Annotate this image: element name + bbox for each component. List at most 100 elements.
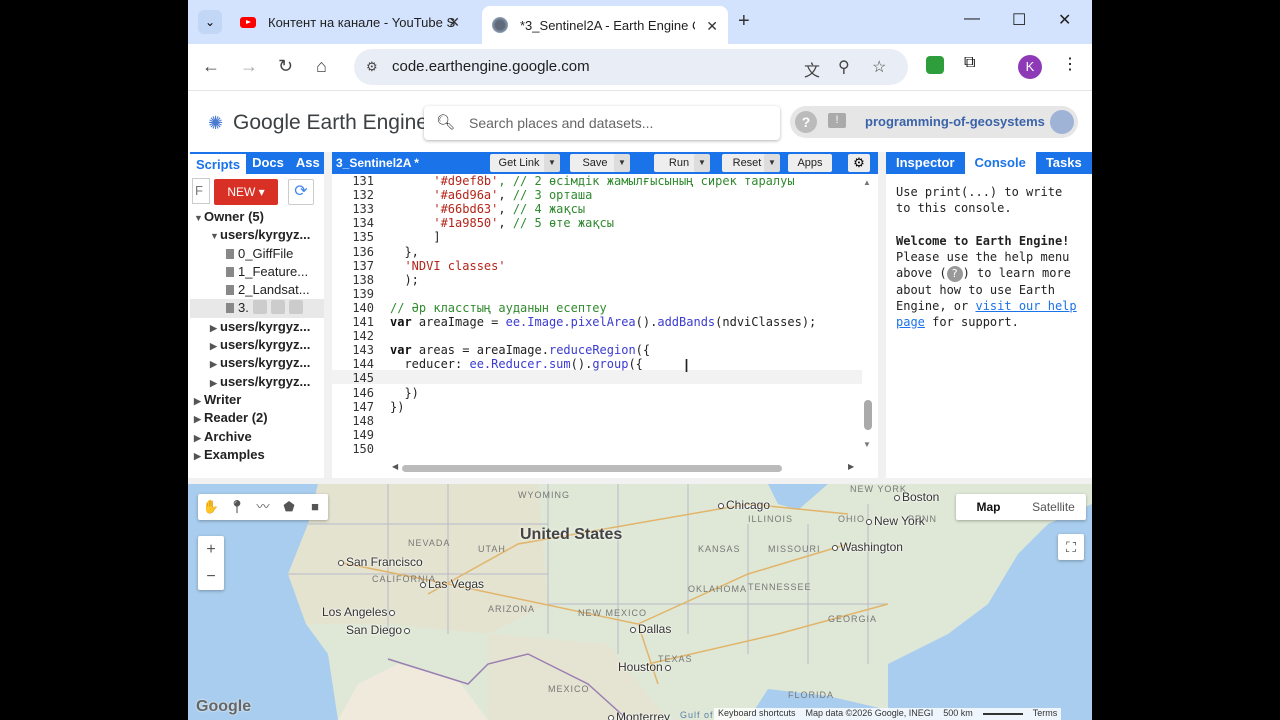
save-dropdown-icon[interactable]: ▼ xyxy=(614,154,630,172)
polygon-icon[interactable]: ⬟ xyxy=(276,494,302,520)
extension-icon[interactable] xyxy=(926,56,944,74)
new-tab-icon[interactable]: + xyxy=(738,10,750,33)
code-line[interactable]: ); xyxy=(390,273,418,287)
code-line[interactable]: '#d9ef8b', // 2 өсімдік жамылғысының сир… xyxy=(390,174,794,188)
panel-splitter[interactable] xyxy=(324,152,332,478)
history-icon[interactable] xyxy=(252,300,267,315)
code-line[interactable]: }) xyxy=(390,386,418,400)
bookmark-star-icon[interactable]: ☆ xyxy=(872,57,886,77)
code-line[interactable]: }, xyxy=(390,245,418,259)
settings-gear-icon[interactable]: ⚙ xyxy=(848,154,870,172)
minimize-icon[interactable]: — xyxy=(964,10,980,28)
tab-assets[interactable]: Ass xyxy=(290,152,326,174)
marker-icon[interactable]: 📍︎ xyxy=(224,494,250,520)
map-type-satellite[interactable]: Satellite xyxy=(1021,494,1086,520)
expand-arrow-icon[interactable]: ▶ xyxy=(194,392,204,409)
feedback-icon[interactable]: ! xyxy=(828,113,846,128)
code-line[interactable]: ] xyxy=(390,230,440,244)
collapse-arrow-icon[interactable]: ▼ xyxy=(210,227,220,244)
terms-link[interactable]: Terms xyxy=(1033,708,1058,720)
keyboard-shortcuts-link[interactable]: Keyboard shortcuts xyxy=(718,708,796,720)
tree-item[interactable]: 3. xyxy=(190,299,324,318)
get-link-button[interactable]: Get Link xyxy=(490,154,548,172)
tree-item[interactable]: 2_Landsat... xyxy=(190,281,324,299)
scroll-thumb[interactable] xyxy=(864,400,872,430)
maximize-icon[interactable]: ☐ xyxy=(1012,10,1026,30)
get-link-dropdown-icon[interactable]: ▼ xyxy=(544,154,560,172)
expand-arrow-icon[interactable]: ▶ xyxy=(210,337,220,354)
collapse-arrow-icon[interactable]: ▼ xyxy=(194,209,204,226)
tree-item[interactable]: ▶ Reader (2) xyxy=(190,409,324,427)
browser-menu-icon[interactable]: ⋮ xyxy=(1062,54,1078,74)
rectangle-icon[interactable]: ■ xyxy=(302,494,328,520)
horizontal-scrollbar[interactable]: ◀ ▶ xyxy=(392,462,862,472)
zoom-in-icon[interactable]: + xyxy=(198,536,224,563)
help-icon[interactable]: ? xyxy=(795,111,817,133)
vertical-scrollbar[interactable]: ▲ ▼ xyxy=(862,178,874,450)
apps-button[interactable]: Apps xyxy=(788,154,832,172)
code-line[interactable]: reducer: ee.Reducer.sum().group({ xyxy=(390,357,642,371)
close-tab-icon[interactable]: ✕ xyxy=(448,14,460,31)
filter-input[interactable]: F xyxy=(192,178,210,204)
reset-dropdown-icon[interactable]: ▼ xyxy=(764,154,780,172)
zoom-icon[interactable]: ⚲ xyxy=(838,57,850,77)
code-line[interactable]: }) xyxy=(390,400,404,414)
expand-arrow-icon[interactable]: ▶ xyxy=(194,429,204,446)
reload-icon[interactable]: ↻ xyxy=(278,56,293,77)
zoom-out-icon[interactable]: − xyxy=(198,563,224,590)
tree-item[interactable]: 0_GiffFile xyxy=(190,245,324,263)
tab-tasks[interactable]: Tasks xyxy=(1036,152,1092,174)
tree-item[interactable]: ▶ Archive xyxy=(190,428,324,446)
run-dropdown-icon[interactable]: ▼ xyxy=(694,154,710,172)
profile-avatar[interactable]: K xyxy=(1018,55,1042,79)
code-line[interactable]: '#1a9850', // 5 өте жақсы xyxy=(390,216,614,230)
tree-item[interactable]: ▶ users/kyrgyz... xyxy=(190,354,324,372)
tab-scripts[interactable]: Scripts xyxy=(190,152,247,174)
code-line[interactable]: // Әр класстың ауданын есептеу xyxy=(390,301,607,315)
tab-inspector[interactable]: Inspector xyxy=(886,152,965,174)
address-bar[interactable]: ⚙ code.earthengine.google.com 文 ⚲ ☆ xyxy=(354,49,908,85)
save-button[interactable]: Save xyxy=(570,154,620,172)
scroll-thumb[interactable] xyxy=(402,465,782,472)
expand-arrow-icon[interactable]: ▶ xyxy=(194,447,204,464)
home-icon[interactable]: ⌂ xyxy=(316,56,327,77)
account-pill[interactable]: ? ! programming-of-geosystems xyxy=(790,106,1078,138)
tab-console[interactable]: Console xyxy=(964,152,1036,174)
code-line[interactable]: '#a6d96a', // 3 орташа xyxy=(390,188,592,202)
tree-item[interactable]: ▶ Writer xyxy=(190,391,324,409)
fullscreen-icon[interactable]: ⛶ xyxy=(1058,534,1084,560)
browser-tab-earth-engine[interactable]: *3_Sentinel2A - Earth Engine Co ✕ xyxy=(482,6,728,44)
code-line[interactable]: '#66bd63', // 4 жақсы xyxy=(390,202,585,216)
tree-item[interactable]: ▼users/kyrgyz... xyxy=(190,226,324,244)
close-tab-icon[interactable]: ✕ xyxy=(706,18,718,35)
site-info-icon[interactable]: ⚙ xyxy=(366,59,378,75)
tree-item[interactable]: ▶ users/kyrgyz... xyxy=(190,336,324,354)
code-area[interactable]: 131 '#d9ef8b', // 2 өсімдік жамылғысының… xyxy=(332,174,862,458)
code-line[interactable]: 'NDVI classes' xyxy=(390,259,505,273)
refresh-icon[interactable]: ⟳ xyxy=(288,179,314,205)
delete-icon[interactable] xyxy=(288,300,303,315)
expand-arrow-icon[interactable]: ▶ xyxy=(210,319,220,336)
new-button[interactable]: NEW ▾ xyxy=(214,179,278,205)
forward-icon[interactable]: → xyxy=(240,56,258,77)
tab-search-button[interactable]: ⌄ xyxy=(198,10,222,34)
tree-item[interactable]: 1_Feature... xyxy=(190,263,324,281)
project-name[interactable]: programming-of-geosystems xyxy=(865,114,1045,129)
pan-hand-icon[interactable]: ✋ xyxy=(198,494,224,520)
code-line[interactable]: var areaImage = ee.Image.pixelArea().add… xyxy=(390,315,816,329)
tree-item[interactable]: ▼Owner (5) xyxy=(190,208,324,226)
search-box[interactable]: 🔍︎ Search places and datasets... xyxy=(424,106,780,140)
expand-arrow-icon[interactable]: ▶ xyxy=(210,374,220,391)
tree-item[interactable]: ▶ users/kyrgyz... xyxy=(190,318,324,336)
tree-item[interactable]: ▶ Examples xyxy=(190,446,324,464)
close-window-icon[interactable]: ✕ xyxy=(1058,10,1071,30)
browser-tab-youtube[interactable]: Контент на канале - YouTube S ✕ xyxy=(236,8,470,36)
user-icon[interactable] xyxy=(1050,110,1074,134)
code-line[interactable]: var areas = areaImage.reduceRegion({ xyxy=(390,343,650,357)
tree-item[interactable]: ▶ users/kyrgyz... xyxy=(190,373,324,391)
panel-splitter[interactable] xyxy=(878,152,886,478)
line-icon[interactable]: 〰 xyxy=(250,494,276,520)
map-type-map[interactable]: Map xyxy=(956,494,1021,520)
back-icon[interactable]: ← xyxy=(202,56,220,77)
extensions-puzzle-icon[interactable]: ⧉ xyxy=(964,54,975,72)
